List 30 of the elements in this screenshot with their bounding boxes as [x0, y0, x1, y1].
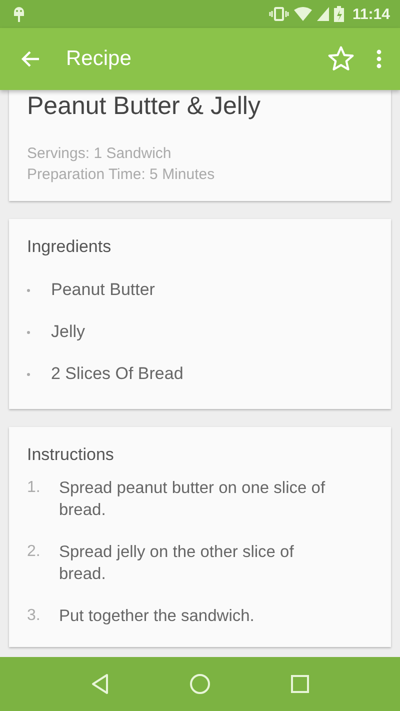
more-icon [376, 49, 382, 69]
recipe-detail: Preparation Time: 5 Minutes [27, 165, 216, 185]
android-icon [12, 5, 26, 23]
bullet-icon [27, 330, 30, 334]
recipe-title: Peanut Butter & Jelly [27, 92, 262, 121]
circle-icon [188, 673, 211, 695]
step-number: 3. [27, 606, 42, 626]
bullet-icon [27, 288, 30, 292]
step-text: Put together the sandwich. [59, 606, 256, 627]
wifi-icon [294, 7, 312, 21]
triangle-icon [90, 673, 110, 695]
ingredient-item: 2 Slices Of Bread [51, 364, 184, 384]
section-heading: Instructions [27, 445, 115, 465]
recipe-detail: Servings: 1 Sandwich [27, 144, 172, 164]
battery-icon [334, 6, 344, 22]
status-time: 11:14 [352, 6, 390, 22]
screen-title: Recipe [66, 47, 132, 71]
step-text: Spread peanut butter on one slice of bread. [59, 478, 326, 521]
step-text: Spread jelly on the other slice of bread. [59, 542, 295, 585]
section-heading: Ingredients [27, 237, 112, 257]
bullet-icon [27, 372, 30, 376]
signal-icon [317, 7, 330, 21]
step-number: 2. [27, 542, 42, 562]
square-icon [290, 674, 310, 694]
step-number: 1. [27, 478, 42, 498]
star-icon [326, 45, 356, 73]
ingredient-item: Jelly [51, 322, 86, 342]
vibrate-icon [269, 7, 290, 21]
back-arrow-icon [20, 50, 40, 68]
ingredient-item: Peanut Butter [51, 280, 155, 300]
